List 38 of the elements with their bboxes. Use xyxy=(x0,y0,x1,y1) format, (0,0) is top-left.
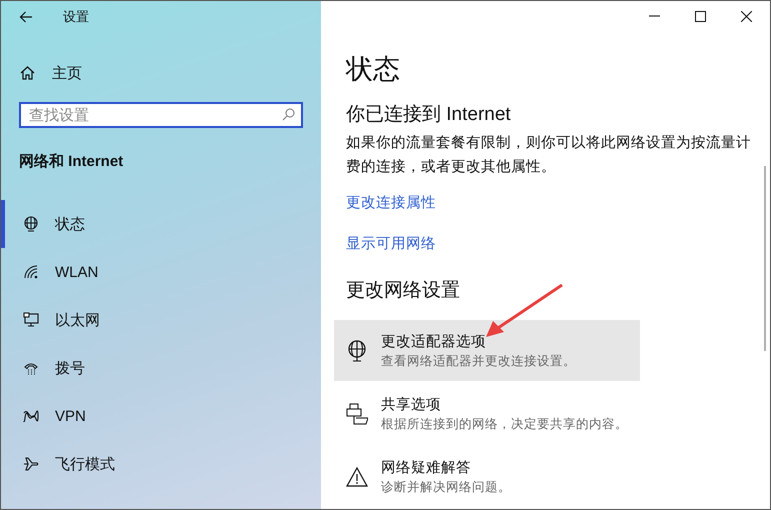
monitor-icon xyxy=(23,312,39,328)
section-heading: 网络和 Internet xyxy=(19,152,124,171)
settings-item[interactable]: 网络疑难解答 诊断并解决网络问题。 xyxy=(334,446,640,507)
page-title: 状态 xyxy=(346,53,400,86)
sidebar-item[interactable]: WLAN xyxy=(1,248,321,296)
globe-monitor-icon xyxy=(346,340,368,362)
settings-link[interactable]: 更改连接属性 xyxy=(346,193,436,220)
airplane-icon xyxy=(23,456,39,472)
settings-item-subtitle: 诊断并解决网络问题。 xyxy=(381,478,511,496)
search-icon xyxy=(282,108,295,121)
settings-item-title: 更改适配器选项 xyxy=(381,332,487,350)
globe-monitor-icon xyxy=(23,216,39,232)
warning-icon xyxy=(346,466,368,486)
settings-item-title: 共享选项 xyxy=(381,396,442,414)
maximize-icon[interactable] xyxy=(695,10,706,22)
settings-link[interactable]: 显示可用网络 xyxy=(346,234,436,261)
window-title: 设置 xyxy=(63,8,89,26)
home-icon xyxy=(20,66,35,80)
settings-item-subtitle: 查看网络适配器并更改连接设置。 xyxy=(381,352,576,370)
minimize-icon[interactable] xyxy=(649,15,660,17)
wifi-icon xyxy=(23,264,39,280)
section-heading: 更改网络设置 xyxy=(346,279,460,303)
settings-item-subtitle: 根据所连接到的网络，决定要共享的内容。 xyxy=(381,416,628,432)
sidebar-item[interactable]: 飞行模式 xyxy=(1,440,321,488)
settings-item-title: 网络疑难解答 xyxy=(381,458,472,476)
settings-item[interactable]: 更改适配器选项 查看网络适配器并更改连接设置。 xyxy=(334,320,640,381)
settings-item[interactable]: 共享选项 根据所连接到的网络，决定要共享的内容。 xyxy=(334,383,640,444)
sidebar-item[interactable]: 以太网 xyxy=(1,296,321,344)
sidebar-item[interactable]: VPN xyxy=(1,392,321,440)
close-icon[interactable] xyxy=(741,10,752,22)
sidebar-item[interactable]: 拨号 xyxy=(1,344,321,392)
back-arrow-icon[interactable] xyxy=(19,11,33,23)
description-text: 如果你的流量套餐有限制，则你可以将此网络设置为按流量计费的连接，或者更改其他属性。 xyxy=(346,134,752,177)
printer-folder-icon xyxy=(346,402,368,424)
search-field[interactable]: 查找设置 xyxy=(19,102,303,128)
scrollbar[interactable] xyxy=(764,166,766,351)
home-link[interactable]: 主页 xyxy=(1,33,82,88)
connection-heading: 你已连接到 Internet xyxy=(346,103,511,127)
